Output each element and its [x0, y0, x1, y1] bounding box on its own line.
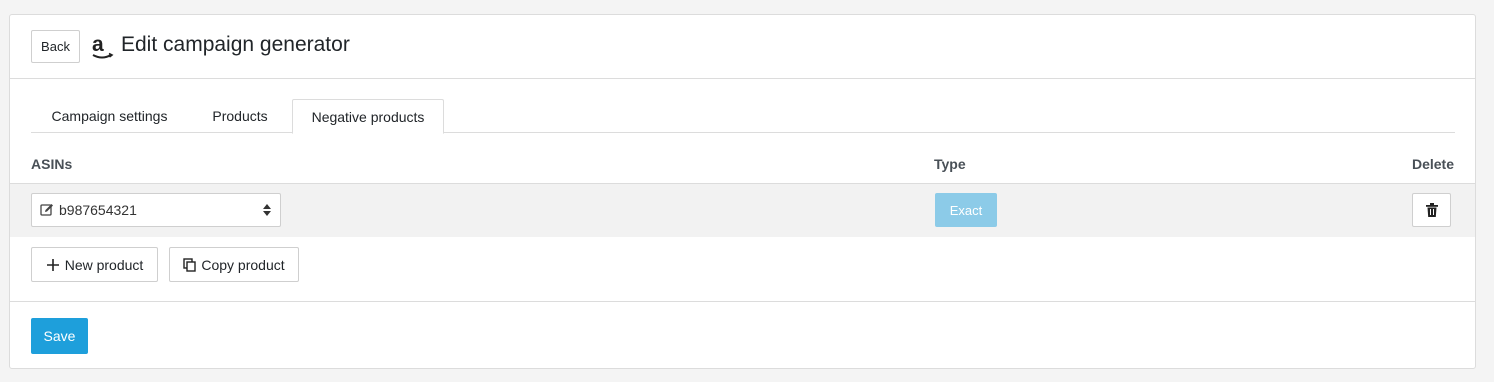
footer-divider	[10, 301, 1475, 302]
page-title: Edit campaign generator	[121, 33, 350, 56]
edit-icon	[40, 204, 53, 216]
back-button[interactable]: Back	[31, 30, 80, 63]
trash-icon	[1425, 203, 1438, 217]
table-row: b987654321 Exact	[10, 184, 1475, 237]
svg-text:a: a	[92, 33, 104, 56]
match-type-badge: Exact	[935, 193, 997, 227]
copy-product-label: Copy product	[201, 256, 285, 273]
card-header: Back a Edit campaign generator	[10, 15, 1475, 79]
delete-button[interactable]	[1412, 193, 1451, 227]
new-product-button[interactable]: New product	[31, 247, 158, 282]
asin-select[interactable]: b987654321	[31, 193, 281, 227]
column-header-delete: Delete	[1411, 156, 1454, 172]
copy-icon	[183, 257, 197, 272]
copy-product-button[interactable]: Copy product	[169, 247, 299, 282]
amazon-logo-icon: a	[92, 33, 114, 59]
tab-negative-products[interactable]: Negative products	[292, 99, 444, 134]
save-button[interactable]: Save	[31, 318, 88, 354]
plus-icon	[46, 258, 60, 272]
asin-value: b987654321	[59, 202, 137, 218]
tab-campaign-settings[interactable]: Campaign settings	[31, 99, 188, 133]
campaign-generator-card: Back a Edit campaign generator Campaign …	[9, 14, 1476, 369]
column-header-asins: ASINs	[31, 156, 73, 172]
tab-bar: Campaign settings Products Negative prod…	[31, 99, 1455, 134]
tab-products[interactable]: Products	[188, 99, 292, 133]
sort-icon	[263, 204, 271, 216]
column-header-type: Type	[934, 156, 966, 172]
new-product-label: New product	[64, 256, 144, 273]
